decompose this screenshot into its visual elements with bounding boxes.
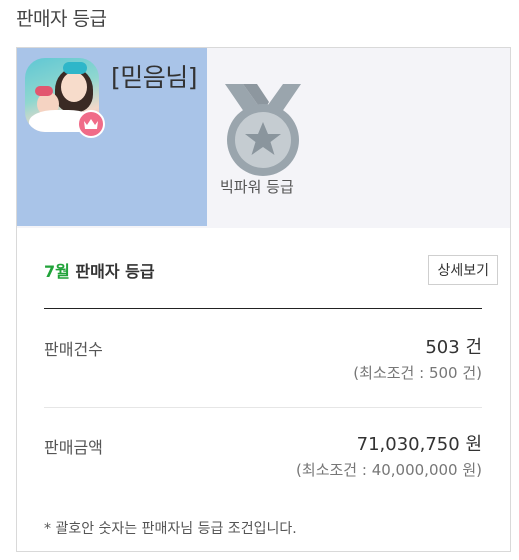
monthly-grade-title: 7월 판매자 등급 [44, 258, 155, 282]
sales-count-label: 판매건수 [44, 340, 103, 359]
row-divider [44, 407, 482, 408]
sales-count-minimum: (최소조건 : 500 건) [353, 364, 482, 382]
month-label: 7월 [44, 262, 70, 281]
sales-count-value: 503 건 [425, 337, 482, 358]
seller-grade-card: [믿음님] 빅파워 등급 7월 판매자 등급 상세보기 판매건수 503 건 (… [16, 47, 511, 552]
profile-panel: [믿음님] [17, 48, 207, 226]
seller-name: [믿음님] [111, 63, 198, 92]
avatar [25, 58, 105, 138]
sales-amount-minimum: (최소조건 : 40,000,000 원) [296, 461, 482, 479]
grade-name: 빅파워 등급 [220, 178, 294, 196]
footnote: * 괄호안 숫자는 판매자님 등급 조건입니다. [44, 521, 297, 537]
crown-icon [77, 110, 105, 138]
medal-icon [221, 82, 305, 182]
page-title: 판매자 등급 [16, 8, 107, 30]
grade-hero: [믿음님] 빅파워 등급 [17, 48, 510, 228]
sales-amount-label: 판매금액 [44, 438, 103, 457]
details-button[interactable]: 상세보기 [428, 255, 498, 285]
monthly-title-text: 판매자 등급 [69, 262, 155, 281]
section-divider [44, 308, 482, 309]
sales-amount-value: 71,030,750 원 [356, 434, 482, 455]
